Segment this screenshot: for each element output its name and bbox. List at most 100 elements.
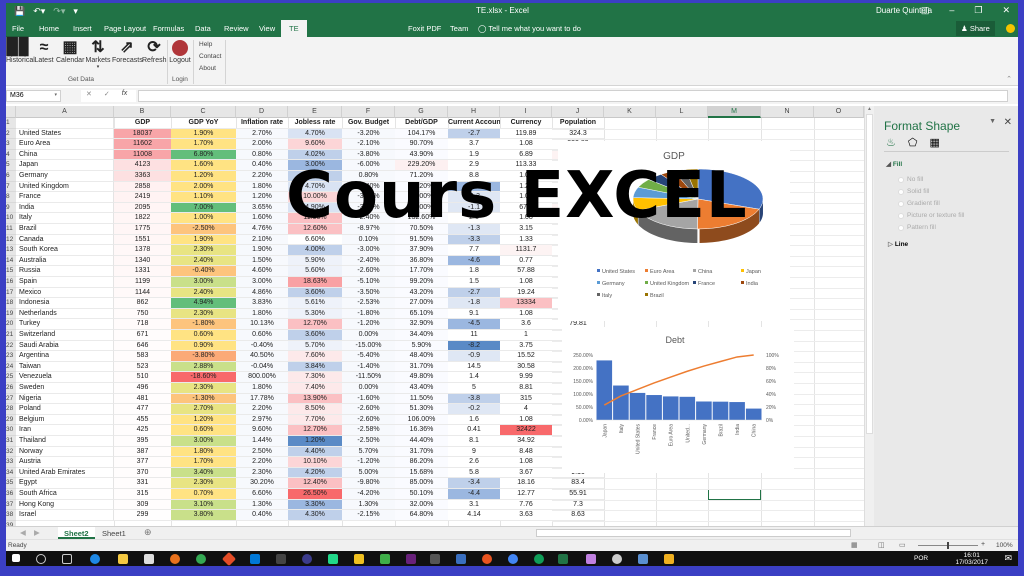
data-cell[interactable]: 4.76% <box>236 224 288 235</box>
data-cell[interactable]: 3.10% <box>171 499 236 511</box>
column-title-cell[interactable]: GDP <box>114 118 171 129</box>
data-cell[interactable]: 0.90% <box>171 340 236 352</box>
chrome-2-icon[interactable] <box>508 554 518 564</box>
data-cell[interactable]: 7.30% <box>288 372 342 383</box>
data-cell[interactable]: -1.8 <box>448 298 500 309</box>
tab-page-layout[interactable]: Page Layout <box>104 24 146 33</box>
data-cell[interactable]: 1.80% <box>236 308 288 320</box>
data-cell[interactable]: 0.60% <box>171 425 236 436</box>
paint-icon[interactable] <box>586 554 596 564</box>
vscode-icon[interactable] <box>250 554 260 564</box>
data-cell[interactable]: -2.15% <box>342 510 395 521</box>
data-cell[interactable]: 2.30% <box>171 308 236 320</box>
collapse-ribbon-icon[interactable]: ⌃ <box>1006 75 1012 83</box>
data-cell[interactable]: 50.10% <box>395 489 448 500</box>
data-cell[interactable]: 1.60% <box>236 213 288 224</box>
data-cell[interactable]: 1551 <box>114 234 171 246</box>
data-cell[interactable]: 40.50% <box>236 351 288 362</box>
data-cell[interactable]: 2.50% <box>236 446 288 458</box>
country-cell[interactable]: Russia <box>16 266 114 277</box>
data-cell[interactable]: 1822 <box>114 213 171 224</box>
row-header[interactable]: 13 <box>6 245 16 256</box>
column-header-j[interactable]: J <box>552 106 604 118</box>
data-cell[interactable]: 13334 <box>500 298 552 309</box>
country-cell[interactable]: Poland <box>16 404 114 415</box>
data-cell[interactable]: -3.3 <box>448 234 500 246</box>
data-cell[interactable]: 0.80% <box>236 149 288 161</box>
data-cell[interactable]: 3.1 <box>448 499 500 511</box>
column-title-cell[interactable]: Jobless rate <box>288 118 342 129</box>
data-cell[interactable]: -1.20% <box>342 319 395 330</box>
data-cell[interactable]: 7.7 <box>448 245 500 256</box>
data-cell[interactable]: 34.92 <box>500 436 552 447</box>
pattern-fill-radio[interactable]: Pattern fill <box>898 224 936 231</box>
country-cell[interactable]: Spain <box>16 277 114 288</box>
data-cell[interactable]: -1.40% <box>342 361 395 373</box>
data-cell[interactable]: 1.60% <box>171 160 236 171</box>
data-cell[interactable]: -2.10% <box>342 139 395 150</box>
row-header[interactable]: 1 <box>6 118 16 129</box>
language-indicator[interactable]: POR <box>914 555 928 562</box>
row-header[interactable]: 5 <box>6 160 16 171</box>
store-icon[interactable] <box>144 554 154 564</box>
data-cell[interactable]: 2419 <box>114 192 171 203</box>
data-cell[interactable]: 3.84% <box>288 361 342 373</box>
data-cell[interactable]: 3.60% <box>288 330 342 341</box>
data-cell[interactable]: 10.13% <box>236 319 288 330</box>
data-cell[interactable]: 2.00% <box>236 139 288 150</box>
refresh-button[interactable]: ⟳ Refresh <box>142 39 167 64</box>
data-cell[interactable]: 1.08 <box>500 457 552 468</box>
data-cell[interactable]: 18037 <box>114 128 171 140</box>
data-cell[interactable]: 2.6 <box>448 457 500 468</box>
data-cell[interactable]: 1.8 <box>448 266 500 277</box>
country-cell[interactable]: Germany <box>16 171 114 182</box>
row-header[interactable]: 34 <box>6 467 16 479</box>
data-cell[interactable]: -5.40% <box>342 351 395 362</box>
column-title-cell[interactable]: Inflation rate <box>236 118 288 129</box>
data-cell[interactable]: 0.10% <box>342 234 395 246</box>
save-icon[interactable]: 💾 <box>14 6 25 17</box>
data-cell[interactable]: 1.90% <box>171 234 236 246</box>
row-header[interactable]: 19 <box>6 308 16 320</box>
country-cell[interactable]: Australia <box>16 255 114 267</box>
formula-input[interactable] <box>138 90 1008 102</box>
data-cell[interactable]: 65.10% <box>395 308 448 320</box>
data-cell[interactable]: 370 <box>114 467 171 479</box>
selected-cell-m36[interactable] <box>708 489 761 500</box>
data-cell[interactable]: 49.80% <box>395 372 448 383</box>
data-cell[interactable]: -3.4 <box>448 478 500 489</box>
data-cell[interactable]: 3.63 <box>500 510 552 521</box>
row-header[interactable]: 36 <box>6 489 16 500</box>
data-cell[interactable]: 1.08 <box>500 277 552 288</box>
data-cell[interactable]: 750 <box>114 308 171 320</box>
data-cell[interactable]: 1.08 <box>500 139 552 150</box>
data-cell[interactable]: 1.5 <box>448 277 500 288</box>
data-cell[interactable]: 6.60% <box>288 234 342 246</box>
data-cell[interactable]: -18.60% <box>171 372 236 383</box>
row-header[interactable]: 10 <box>6 213 16 224</box>
column-header-e[interactable]: E <box>288 106 342 118</box>
data-cell[interactable]: -4.5 <box>448 319 500 330</box>
data-cell[interactable]: 3.00% <box>171 277 236 288</box>
data-cell[interactable]: 646 <box>114 340 171 352</box>
row-header[interactable]: 8 <box>6 192 16 203</box>
data-cell[interactable]: 425 <box>114 425 171 436</box>
data-cell[interactable]: -0.9 <box>448 351 500 362</box>
data-cell[interactable]: 315 <box>500 393 552 405</box>
data-cell[interactable]: 30.20% <box>236 478 288 489</box>
data-cell[interactable]: 106.00% <box>395 414 448 426</box>
data-cell[interactable]: 1775 <box>114 224 171 235</box>
horizontal-scrollbar[interactable] <box>536 529 851 537</box>
no-fill-radio[interactable]: No fill <box>898 176 923 183</box>
data-cell[interactable]: 7.60% <box>288 351 342 362</box>
data-cell[interactable]: 3363 <box>114 171 171 182</box>
data-cell[interactable]: 1.80% <box>236 181 288 193</box>
data-cell[interactable]: 91.50% <box>395 234 448 246</box>
data-cell[interactable]: 6.60% <box>236 489 288 500</box>
data-cell[interactable]: 583 <box>114 351 171 362</box>
ubuntu-icon[interactable] <box>482 554 492 564</box>
forecasts-button[interactable]: ⇗ Forecasts <box>112 39 143 64</box>
country-cell[interactable]: Netherlands <box>16 308 114 320</box>
row-header[interactable]: 2 <box>6 128 16 140</box>
android-studio-icon[interactable] <box>380 554 390 564</box>
